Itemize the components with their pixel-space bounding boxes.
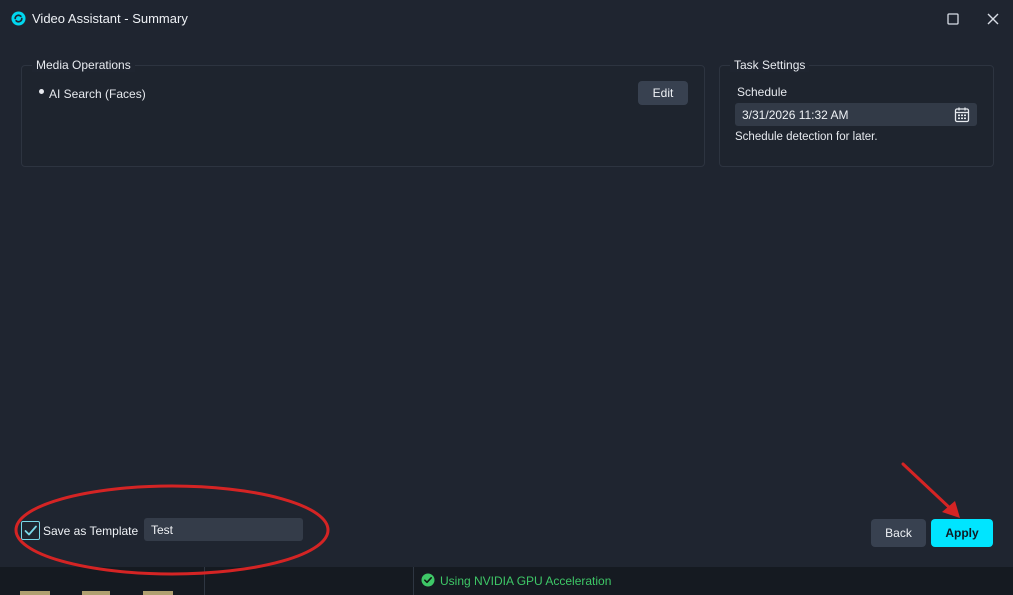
calendar-icon[interactable] <box>954 106 970 123</box>
annotation-arrow <box>901 462 954 512</box>
media-operations-panel <box>21 65 705 167</box>
schedule-help-text: Schedule detection for later. <box>735 131 878 143</box>
taskbar-strip <box>82 591 110 595</box>
schedule-date-value: 3/31/2026 11:32 AM <box>742 108 849 122</box>
media-operations-legend: Media Operations <box>32 58 135 72</box>
save-template-label: Save as Template <box>43 524 139 538</box>
apply-button[interactable]: Apply <box>931 519 993 547</box>
checkmark-icon <box>24 525 37 536</box>
app-logo-icon <box>11 11 26 26</box>
media-operation-item: AI Search (Faces) <box>49 87 146 101</box>
bullet-dot <box>39 89 44 94</box>
video-assistant-window: Video Assistant - Summary Media Operatio… <box>0 0 1013 595</box>
save-template-checkbox[interactable] <box>21 521 40 540</box>
maximize-icon[interactable] <box>944 10 962 28</box>
status-divider <box>413 567 414 595</box>
status-divider <box>204 567 205 595</box>
gpu-acceleration-status: Using NVIDIA GPU Acceleration <box>440 574 612 588</box>
edit-button[interactable]: Edit <box>638 81 688 105</box>
template-name-input[interactable] <box>144 518 303 541</box>
title-bar: Video Assistant - Summary <box>0 0 1013 38</box>
schedule-label: Schedule <box>737 85 788 99</box>
task-settings-legend: Task Settings <box>730 58 810 72</box>
taskbar-strip <box>20 591 50 595</box>
window-title: Video Assistant - Summary <box>32 11 188 26</box>
check-circle-icon <box>421 573 435 587</box>
taskbar-strip <box>143 591 173 595</box>
annotation-arrowhead <box>942 501 960 518</box>
close-icon[interactable] <box>984 10 1002 28</box>
back-button[interactable]: Back <box>871 519 926 547</box>
schedule-date-picker[interactable]: 3/31/2026 11:32 AM <box>735 103 977 126</box>
